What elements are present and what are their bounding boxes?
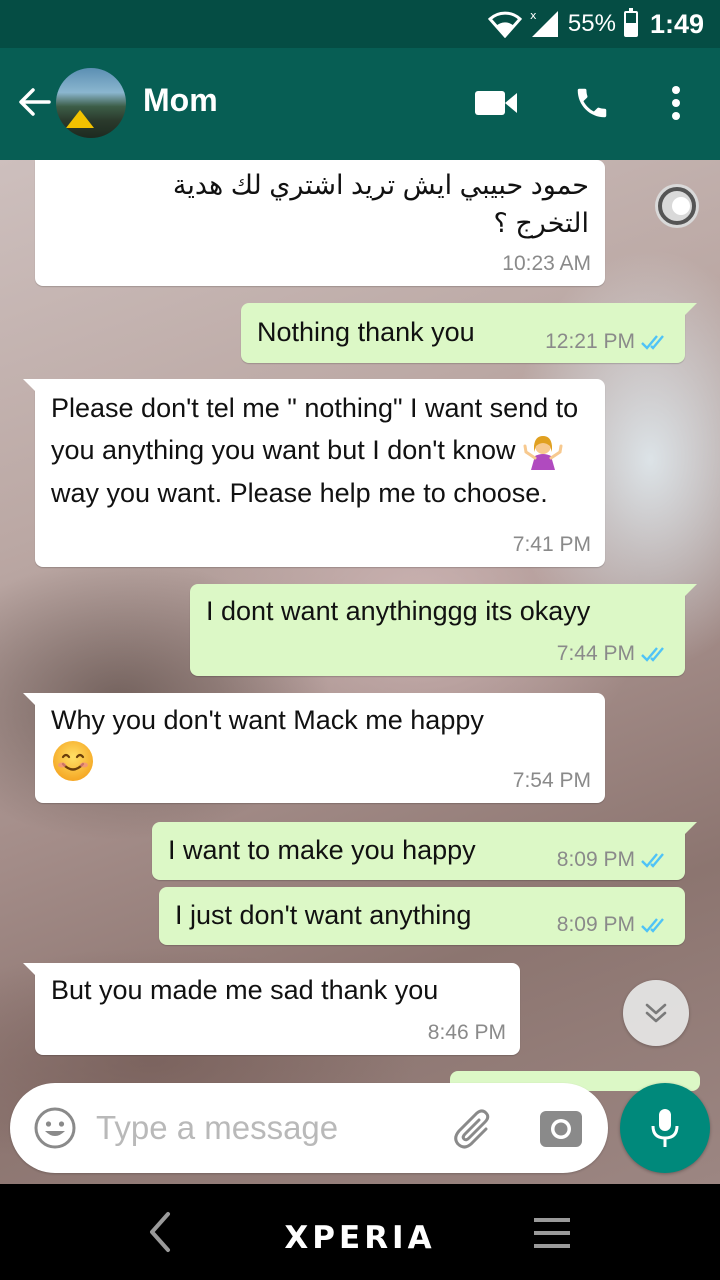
message-text: Please don't tel me " nothing" I want se… xyxy=(51,387,589,514)
message-text: I dont want anythinggg its okayy xyxy=(206,596,591,626)
more-options-icon xyxy=(672,86,680,120)
back-button[interactable] xyxy=(10,78,58,126)
avatar-boat-shape xyxy=(66,110,94,128)
chat-area[interactable]: حمود حبيبي ايش تريد اشتري لك هدية التخرج… xyxy=(0,160,720,1184)
message-outgoing[interactable]: I dont want anythinggg its okayy 7:44 PM xyxy=(190,584,697,676)
message-text-body: Why you don't want Mack me happy xyxy=(51,705,484,735)
message-meta: 7:41 PM xyxy=(513,533,591,557)
signal-icon: x xyxy=(530,9,558,37)
message-meta: 7:54 PM xyxy=(513,769,591,793)
camera-icon[interactable] xyxy=(538,1107,584,1149)
message-text: Why you don't want Mack me happy xyxy=(51,701,589,783)
message-composer xyxy=(10,1083,608,1173)
message-time: 7:54 PM xyxy=(512,769,591,792)
voice-call-button[interactable] xyxy=(568,78,616,128)
svg-text:x: x xyxy=(530,9,537,22)
message-outgoing[interactable]: I just don't want anything 8:09 PM xyxy=(159,887,685,945)
message-text-part1: Please don't tel me " nothing" I want se… xyxy=(51,393,579,465)
video-call-button[interactable] xyxy=(472,78,520,128)
message-time: 10:23 AM xyxy=(502,252,591,275)
voice-record-button[interactable] xyxy=(620,1083,710,1173)
message-incoming[interactable]: Why you don't want Mack me happy 7:54 PM xyxy=(23,693,605,803)
message-text-part2: way you want. Please help me to choose. xyxy=(51,477,548,508)
read-receipt-icon xyxy=(641,335,664,350)
message-time: 8:46 PM xyxy=(427,1021,506,1044)
message-meta: 7:44 PM xyxy=(557,642,671,666)
chat-header: Mom xyxy=(0,48,720,160)
battery-percent: 55% xyxy=(567,10,616,37)
contact-avatar[interactable] xyxy=(56,68,126,138)
message-time: 7:41 PM xyxy=(512,533,591,556)
person-shrugging-emoji xyxy=(523,435,563,470)
brand-logo-text: XPERIA xyxy=(284,1220,436,1256)
contact-name[interactable]: Mom xyxy=(143,82,218,119)
read-receipt-icon xyxy=(641,918,664,933)
message-incoming[interactable]: حمود حبيبي ايش تريد اشتري لك هدية التخرج… xyxy=(35,160,605,286)
battery-fill xyxy=(625,22,636,35)
battery-icon xyxy=(623,8,638,37)
smiling-face-emoji xyxy=(53,741,93,781)
message-incoming[interactable]: But you made me sad thank you 8:46 PM xyxy=(23,963,520,1055)
message-incoming[interactable]: Please don't tel me " nothing" I want se… xyxy=(23,379,605,567)
message-meta: 10:23 AM xyxy=(502,252,591,276)
back-arrow-icon xyxy=(19,88,51,116)
message-meta: 8:09 PM xyxy=(557,913,671,937)
microphone-icon xyxy=(651,1109,679,1147)
status-bar: x 55% 1:49 xyxy=(0,0,720,48)
more-options-button[interactable] xyxy=(652,78,700,128)
message-time: 12:21 PM xyxy=(545,330,635,353)
emoji-icon[interactable] xyxy=(32,1105,78,1151)
phone-icon xyxy=(577,88,607,118)
nav-menu-icon[interactable] xyxy=(532,1216,572,1250)
wifi-icon xyxy=(487,11,522,38)
message-input[interactable] xyxy=(96,1103,416,1153)
read-receipt-icon xyxy=(641,647,664,662)
message-text: But you made me sad thank you xyxy=(51,975,439,1005)
message-meta: 12:21 PM xyxy=(545,330,671,354)
nav-back-icon[interactable] xyxy=(140,1208,180,1256)
message-outgoing[interactable]: I want to make you happy 8:09 PM xyxy=(152,822,697,880)
message-meta: 8:46 PM xyxy=(428,1021,506,1045)
attachment-icon[interactable] xyxy=(450,1105,498,1153)
video-call-icon xyxy=(475,91,517,115)
message-text: حمود حبيبي ايش تريد اشتري لك هدية التخرج… xyxy=(172,170,589,238)
double-chevron-down-icon xyxy=(645,1003,667,1023)
message-meta: 8:09 PM xyxy=(557,848,671,872)
message-time: 8:09 PM xyxy=(556,913,635,936)
message-outgoing[interactable]: Nothing thank you 12:21 PM xyxy=(241,303,697,363)
message-time: 7:44 PM xyxy=(556,642,635,665)
message-time: 8:09 PM xyxy=(556,848,635,871)
read-receipt-icon xyxy=(641,853,664,868)
status-ring-icon xyxy=(655,184,699,228)
clock: 1:49 xyxy=(649,8,704,39)
status-bar-right: x 55% 1:49 xyxy=(487,0,704,48)
scroll-to-bottom-button[interactable] xyxy=(623,980,689,1046)
system-navigation-bar: XPERIA xyxy=(0,1184,720,1280)
